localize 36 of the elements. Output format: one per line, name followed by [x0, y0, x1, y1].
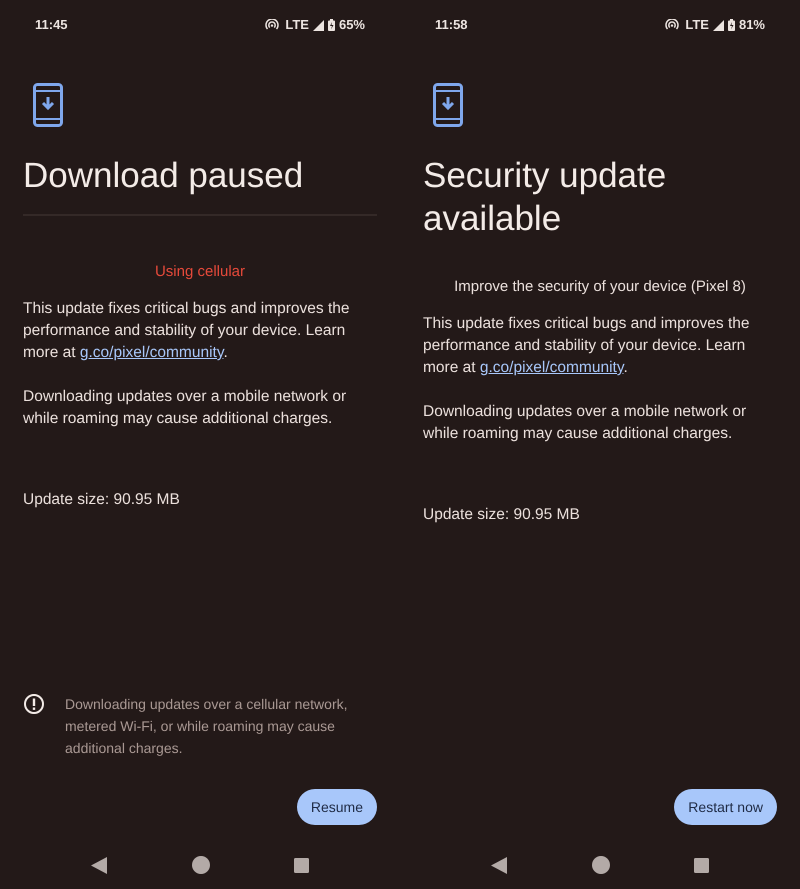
- battery-charging-icon: [728, 19, 735, 31]
- network-type: LTE: [685, 16, 709, 34]
- notice-text: Downloading updates over a cellular network, metered Wi-Fi, or while roaming may cause additional charges.: [65, 695, 348, 758]
- back-icon: [91, 856, 107, 874]
- body-paragraph: This update fixes critical bugs and improves the performance and stability of your device. Learn more at g.co/pixel/community.: [23, 299, 351, 363]
- signal-icon: [312, 20, 324, 30]
- home-icon: [192, 856, 210, 874]
- body-paragraph: This update fixes critical bugs and improves the performance and stability of your device. Learn more at g.co/pixel/community.: [423, 314, 751, 378]
- info-icon: [23, 693, 45, 715]
- phone-download-icon: [33, 83, 63, 127]
- signal-icon: [712, 20, 724, 30]
- home-icon: [592, 856, 610, 874]
- hotspot-icon: [265, 19, 280, 31]
- battery-percent: 81%: [738, 16, 765, 34]
- link[interactable]: g.co/pixel/community: [480, 359, 624, 376]
- recents-icon: [694, 858, 709, 872]
- link[interactable]: g.co/pixel/community: [80, 344, 224, 361]
- action-button[interactable]: Restart now: [674, 789, 777, 825]
- body-paragraph: Downloading updates over a mobile network or while roaming may cause additional charges.: [23, 387, 348, 429]
- battery-percent: 65%: [338, 16, 365, 34]
- page-title: Security update available: [423, 155, 668, 240]
- phone-download-icon: [433, 83, 463, 127]
- action-button[interactable]: Resume: [296, 789, 377, 825]
- update-size: Update size: 90.95 MB: [423, 505, 581, 525]
- back-icon: [491, 856, 507, 874]
- status-time: 11:45: [35, 16, 68, 34]
- page-title: Download paused: [23, 155, 304, 197]
- hotspot-icon: [665, 19, 680, 31]
- update-size: Update size: 90.95 MB: [23, 490, 181, 510]
- subtitle: Using cellular: [154, 262, 246, 282]
- status-time: 11:58: [435, 16, 468, 34]
- body-paragraph: Downloading updates over a mobile network or while roaming may cause additional charges.: [423, 402, 748, 444]
- battery-charging-icon: [328, 19, 335, 31]
- subtitle: Improve the security of your device (Pixel 8): [453, 277, 747, 297]
- network-type: LTE: [285, 16, 309, 34]
- recents-icon: [294, 858, 309, 872]
